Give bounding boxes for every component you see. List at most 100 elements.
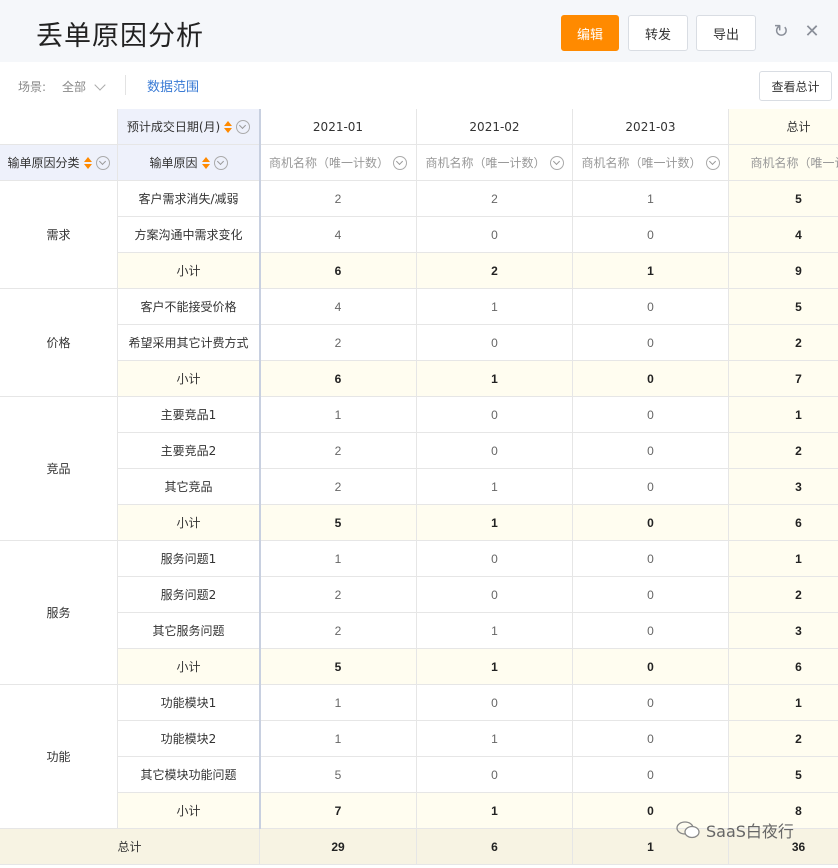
- subtotal-label-text: 小计: [176, 372, 201, 386]
- category-cell-text: 价格: [46, 336, 71, 350]
- refresh-icon[interactable]: ↻: [770, 20, 792, 42]
- scene-select[interactable]: 全部: [62, 78, 86, 95]
- reason-field-header[interactable]: 输单原因: [118, 145, 260, 181]
- measure-header[interactable]: 商机名称（唯一计数）: [260, 145, 417, 181]
- reason-cell-text: 服务问题2: [160, 588, 217, 602]
- chevron-down-icon[interactable]: [94, 79, 106, 91]
- reason-cell-text: 主要竞品1: [160, 408, 217, 422]
- value-cell-text: 1: [491, 479, 498, 494]
- row-total-cell-text: 3: [795, 623, 802, 638]
- value-cell-text: 1: [334, 407, 342, 422]
- value-cell: 5: [260, 649, 417, 685]
- reason-cell: 主要竞品1: [118, 397, 260, 433]
- reason-cell-text: 其它模块功能问题: [140, 768, 237, 782]
- value-cell: 0: [573, 649, 729, 685]
- measure-header[interactable]: 商机名称（唯一计数）: [573, 145, 729, 181]
- wechat-icon: [676, 821, 700, 839]
- row-total-cell: 5: [729, 757, 838, 793]
- row-total-cell-text: 5: [795, 191, 802, 206]
- page-title: 丢单原因分析: [36, 21, 204, 52]
- reason-cell-text: 功能模块1: [160, 696, 217, 710]
- row-total-cell-text: 2: [795, 731, 802, 746]
- sort-icon[interactable]: [201, 156, 210, 169]
- value-cell: 1: [260, 397, 417, 433]
- reason-cell-text: 方案沟通中需求变化: [134, 228, 243, 242]
- sort-icon[interactable]: [83, 156, 92, 169]
- export-button[interactable]: 导出: [696, 15, 756, 51]
- dropdown-icon[interactable]: [213, 155, 228, 170]
- grand-total-cell-text: 29: [331, 839, 345, 854]
- value-cell: 6: [260, 361, 417, 397]
- value-cell-text: 1: [491, 371, 498, 386]
- value-cell-text: 1: [334, 731, 342, 746]
- row-total-cell: 1: [729, 541, 838, 577]
- row-total-cell: 3: [729, 613, 838, 649]
- value-cell: 0: [573, 289, 729, 325]
- value-cell: 0: [417, 433, 573, 469]
- edit-button[interactable]: 编辑: [561, 15, 619, 51]
- value-cell: 0: [573, 613, 729, 649]
- sort-icon[interactable]: [224, 120, 233, 133]
- month-header: 2021-02: [417, 109, 573, 145]
- value-cell-text: 5: [334, 515, 342, 530]
- reason-cell: 服务问题1: [118, 541, 260, 577]
- value-cell: 5: [260, 505, 417, 541]
- watermark-text: SaaS白夜行: [706, 822, 794, 841]
- row-total-cell-text: 2: [795, 335, 802, 350]
- dropdown-icon[interactable]: [705, 155, 720, 170]
- dropdown-icon[interactable]: [236, 119, 251, 134]
- value-cell-text: 2: [334, 443, 342, 458]
- dropdown-icon[interactable]: [549, 155, 564, 170]
- value-cell-text: 1: [491, 803, 498, 818]
- value-cell: 6: [260, 253, 417, 289]
- value-cell-text: 6: [334, 371, 342, 386]
- reason-cell-text: 服务问题1: [160, 552, 217, 566]
- data-range-link[interactable]: 数据范围: [147, 76, 199, 95]
- value-cell-text: 0: [491, 335, 498, 350]
- category-cell: 价格: [0, 289, 118, 397]
- value-cell: 1: [417, 469, 573, 505]
- row-total-cell: 2: [729, 577, 838, 613]
- value-cell-text: 0: [491, 767, 498, 782]
- reason-cell: 希望采用其它计费方式: [118, 325, 260, 361]
- value-cell: 0: [573, 721, 729, 757]
- row-total-cell: 4: [729, 217, 838, 253]
- date-field-header[interactable]: 预计成交日期(月): [118, 109, 260, 145]
- reason-cell: 客户需求消失/减弱: [118, 181, 260, 217]
- value-cell-text: 1: [334, 695, 342, 710]
- value-cell: 0: [417, 217, 573, 253]
- value-cell: 0: [573, 433, 729, 469]
- row-total-cell: 7: [729, 361, 838, 397]
- value-cell-text: 0: [491, 407, 498, 422]
- row-total-cell: 2: [729, 325, 838, 361]
- row-total-cell-text: 5: [795, 299, 802, 314]
- value-cell: 0: [573, 361, 729, 397]
- value-cell: 0: [417, 685, 573, 721]
- row-total-cell: 9: [729, 253, 838, 289]
- value-cell: 1: [573, 253, 729, 289]
- measure-header[interactable]: 商机名称（唯一计数）: [417, 145, 573, 181]
- dropdown-icon[interactable]: [393, 155, 407, 170]
- dropdown-icon[interactable]: [95, 155, 110, 170]
- value-cell: 2: [260, 577, 417, 613]
- value-cell: 0: [573, 541, 729, 577]
- value-cell: 1: [260, 721, 417, 757]
- view-total-button[interactable]: 查看总计: [759, 71, 832, 101]
- category-cell-text: 需求: [46, 228, 71, 242]
- measure-header-text: 商机名称（唯一计: [750, 156, 838, 170]
- row-total-cell: 5: [729, 181, 838, 217]
- forward-button[interactable]: 转发: [628, 15, 688, 51]
- close-icon[interactable]: ✕: [801, 20, 823, 42]
- reason-cell: 功能模块2: [118, 721, 260, 757]
- value-cell: 1: [260, 685, 417, 721]
- value-cell: 5: [260, 757, 417, 793]
- month-header-text: 2021-01: [312, 119, 364, 134]
- reason-cell-text: 客户不能接受价格: [140, 300, 237, 314]
- row-total-cell-text: 1: [795, 551, 802, 566]
- category-field-header[interactable]: 输单原因分类: [0, 145, 118, 181]
- row-total-cell-text: 9: [795, 263, 802, 278]
- value-cell: 2: [260, 613, 417, 649]
- value-cell-text: 2: [334, 335, 342, 350]
- value-cell-text: 0: [647, 587, 654, 602]
- value-cell-text: 1: [491, 515, 498, 530]
